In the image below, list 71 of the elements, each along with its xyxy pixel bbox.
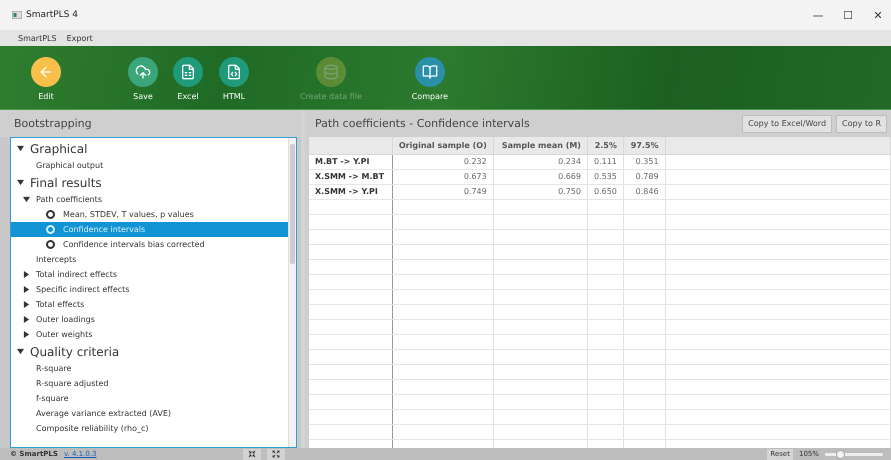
column-header[interactable]: Sample mean (M) xyxy=(493,137,588,154)
expanded-arrow-icon[interactable] xyxy=(17,179,24,186)
table-cell: 0.669 xyxy=(493,169,588,184)
table-cell: 0.750 xyxy=(493,184,588,199)
toolbar-button[interactable]: Compare xyxy=(400,57,460,101)
book-icon xyxy=(422,64,438,80)
slider-thumb[interactable] xyxy=(836,450,844,458)
section-heading[interactable]: Graphical xyxy=(30,142,88,156)
expanded-arrow-icon[interactable] xyxy=(17,348,24,355)
table-cell: 0.846 xyxy=(623,184,666,199)
expanded-arrow-icon[interactable] xyxy=(17,145,24,152)
panel-title: Bootstrapping xyxy=(0,110,301,137)
collapsed-arrow-icon[interactable] xyxy=(23,271,30,278)
tree-item[interactable]: Average variance extracted (AVE) xyxy=(36,409,172,418)
row-header: X.SMM -> Y.PI xyxy=(309,184,392,199)
tree-item[interactable]: Path coefficients xyxy=(36,195,102,204)
tree-item[interactable]: Outer weights xyxy=(36,330,92,339)
section-heading[interactable]: Quality criteria xyxy=(30,344,120,358)
content-title: Path coefficients - Confidence intervals xyxy=(315,117,531,130)
tree-item[interactable]: Total indirect effects xyxy=(36,270,117,279)
window-control[interactable]: ☐ xyxy=(835,8,861,22)
spreadsheet-file-icon xyxy=(180,64,196,80)
expand-icon xyxy=(272,450,280,458)
expanded-arrow-icon[interactable] xyxy=(23,196,30,203)
cloud-upload-icon xyxy=(135,64,151,80)
section-heading[interactable]: Final results xyxy=(30,176,102,190)
row-header: X.SMM -> M.BT xyxy=(309,169,392,184)
tree-item[interactable]: R-square xyxy=(36,364,72,373)
column-header[interactable]: Original sample (O) xyxy=(392,137,494,154)
table-cell: 0.535 xyxy=(587,169,624,184)
table-cell: 0.789 xyxy=(623,169,666,184)
tree-item[interactable]: R-square adjusted xyxy=(36,379,108,388)
tree-item[interactable]: Outer loadings xyxy=(36,315,95,324)
row-header: M.BT -> Y.PI xyxy=(309,154,392,169)
table-cell: 0.673 xyxy=(392,169,494,184)
tree-item[interactable]: f-square xyxy=(36,394,69,403)
collapsed-arrow-icon[interactable] xyxy=(23,316,30,323)
table-cell: 0.749 xyxy=(392,184,494,199)
tree-item[interactable]: Composite reliability (rho_c) xyxy=(36,424,149,433)
tree-item[interactable]: Specific indirect effects xyxy=(36,285,130,294)
tree-item[interactable]: Intercepts xyxy=(36,255,76,264)
window-control[interactable]: — xyxy=(805,8,831,22)
shrink-icon xyxy=(248,450,256,458)
tree-option[interactable]: Confidence intervals bias corrected xyxy=(11,237,288,252)
window-control[interactable]: ✕ xyxy=(865,8,891,22)
table-cell: 0.351 xyxy=(623,154,666,169)
table-cell: 0.650 xyxy=(587,184,624,199)
copy-button[interactable]: Copy to Excel/Word xyxy=(742,114,832,132)
toolbar-button[interactable]: Edit xyxy=(16,57,76,101)
tree-option[interactable]: Mean, STDEV, T values, p values xyxy=(11,207,288,222)
table-cell: 0.232 xyxy=(392,154,494,169)
zoom-slider[interactable] xyxy=(825,452,883,456)
collapsed-arrow-icon[interactable] xyxy=(23,301,30,308)
menu-item[interactable]: Export xyxy=(66,34,93,42)
database-icon xyxy=(322,64,339,80)
collapsed-arrow-icon[interactable] xyxy=(23,331,30,338)
menu-item[interactable]: SmartPLS xyxy=(18,34,57,42)
table-cell: 0.234 xyxy=(493,154,588,169)
collapse-button[interactable] xyxy=(243,448,262,460)
column-header[interactable]: 2.5% xyxy=(587,137,624,154)
tree-item[interactable]: Graphical output xyxy=(36,161,104,170)
window-title: SmartPLS 4 xyxy=(26,10,78,20)
expand-button[interactable] xyxy=(267,448,286,460)
scrollbar[interactable] xyxy=(288,138,296,447)
tree-item[interactable]: Total effects xyxy=(36,300,84,309)
table-cell: 0.111 xyxy=(587,154,624,169)
copy-button[interactable]: Copy to R xyxy=(836,114,887,132)
code-file-icon xyxy=(226,64,242,80)
column-header[interactable]: 97.5% xyxy=(623,137,666,154)
app-icon xyxy=(12,11,22,19)
collapsed-arrow-icon[interactable] xyxy=(23,286,30,293)
